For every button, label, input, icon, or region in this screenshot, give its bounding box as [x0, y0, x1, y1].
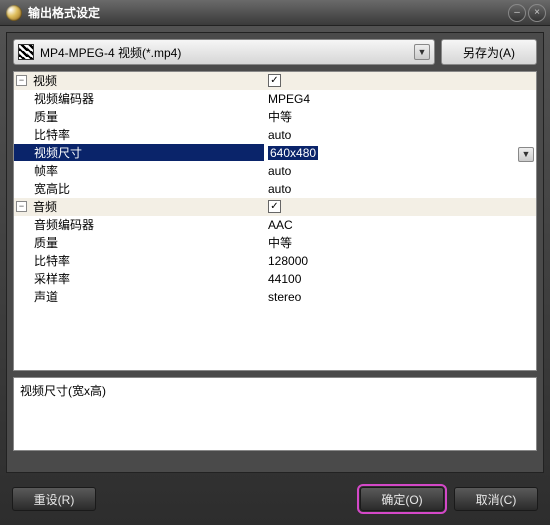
prop-label: 质量 [34, 108, 58, 125]
prop-label: 质量 [34, 234, 58, 251]
prop-label: 帧率 [34, 162, 58, 179]
info-text: 视频尺寸(宽x高) [20, 384, 106, 398]
collapse-icon[interactable]: − [16, 201, 27, 212]
prop-label: 比特率 [34, 252, 70, 269]
property-description: 视频尺寸(宽x高) [13, 377, 537, 451]
collapse-icon[interactable]: − [16, 75, 27, 86]
prop-value: MPEG4 [268, 92, 310, 106]
row-video-bitrate[interactable]: 比特率 auto [14, 126, 536, 144]
prop-label: 视频编码器 [34, 90, 94, 107]
window-title: 输出格式设定 [28, 4, 508, 21]
prop-value: 128000 [268, 254, 308, 268]
ok-label: 确定(O) [381, 491, 422, 508]
row-audio-codec[interactable]: 音频编码器 AAC [14, 216, 536, 234]
format-label: MP4-MPEG-4 视频(*.mp4) [40, 44, 414, 61]
close-button[interactable]: × [528, 4, 546, 22]
reset-label: 重设(R) [34, 491, 75, 508]
row-audio-quality[interactable]: 质量 中等 [14, 234, 536, 252]
window-controls: – × [508, 4, 546, 22]
audio-enable-checkbox[interactable]: ✓ [268, 200, 281, 213]
output-settings-window: 输出格式设定 – × MP4-MPEG-4 视频(*.mp4) ▼ 另存为(A)… [0, 0, 550, 525]
row-video-quality[interactable]: 质量 中等 [14, 108, 536, 126]
row-audio-channel[interactable]: 声道 stereo [14, 288, 536, 306]
cancel-button[interactable]: 取消(C) [454, 487, 538, 511]
prop-value: 640x480 [268, 146, 318, 160]
reset-button[interactable]: 重设(R) [12, 487, 96, 511]
group-video-label: 视频 [33, 72, 57, 89]
video-enable-checkbox[interactable]: ✓ [268, 74, 281, 87]
save-as-button[interactable]: 另存为(A) [441, 39, 537, 65]
prop-value: auto [268, 182, 291, 196]
clapperboard-icon [18, 44, 34, 60]
group-audio: − 音频 ✓ [14, 198, 536, 216]
cancel-label: 取消(C) [476, 491, 517, 508]
format-row: MP4-MPEG-4 视频(*.mp4) ▼ 另存为(A) [13, 39, 537, 65]
prop-label: 宽高比 [34, 180, 70, 197]
row-video-fps[interactable]: 帧率 auto [14, 162, 536, 180]
prop-value: 44100 [268, 272, 301, 286]
minimize-button[interactable]: – [508, 4, 526, 22]
group-video: − 视频 ✓ [14, 72, 536, 90]
ok-button[interactable]: 确定(O) [360, 487, 444, 511]
prop-label: 采样率 [34, 270, 70, 287]
prop-label: 音频编码器 [34, 216, 94, 233]
footer: 重设(R) 确定(O) 取消(C) [0, 479, 550, 525]
prop-value: auto [268, 164, 291, 178]
row-video-aspect[interactable]: 宽高比 auto [14, 180, 536, 198]
save-as-label: 另存为(A) [463, 44, 515, 61]
chevron-down-icon: ▼ [414, 44, 430, 60]
row-video-codec[interactable]: 视频编码器 MPEG4 [14, 90, 536, 108]
prop-value: 中等 [268, 234, 292, 251]
property-grid: − 视频 ✓ 视频编码器 MPEG4 质量 中等 比特率 auto 视频尺寸 [13, 71, 537, 371]
prop-label: 比特率 [34, 126, 70, 143]
chevron-down-icon[interactable]: ▼ [518, 147, 534, 162]
prop-value: stereo [268, 290, 301, 304]
prop-label: 视频尺寸 [34, 144, 82, 161]
prop-value: 中等 [268, 108, 292, 125]
prop-value: AAC [268, 218, 293, 232]
content-area: MP4-MPEG-4 视频(*.mp4) ▼ 另存为(A) − 视频 ✓ 视频编… [6, 32, 544, 473]
format-dropdown[interactable]: MP4-MPEG-4 视频(*.mp4) ▼ [13, 39, 435, 65]
row-video-size[interactable]: 视频尺寸 640x480 ▼ [14, 144, 536, 162]
row-audio-bitrate[interactable]: 比特率 128000 [14, 252, 536, 270]
group-audio-label: 音频 [33, 198, 57, 215]
titlebar: 输出格式设定 – × [0, 0, 550, 26]
app-icon [6, 5, 22, 21]
prop-value: auto [268, 128, 291, 142]
prop-label: 声道 [34, 288, 58, 305]
row-audio-rate[interactable]: 采样率 44100 [14, 270, 536, 288]
